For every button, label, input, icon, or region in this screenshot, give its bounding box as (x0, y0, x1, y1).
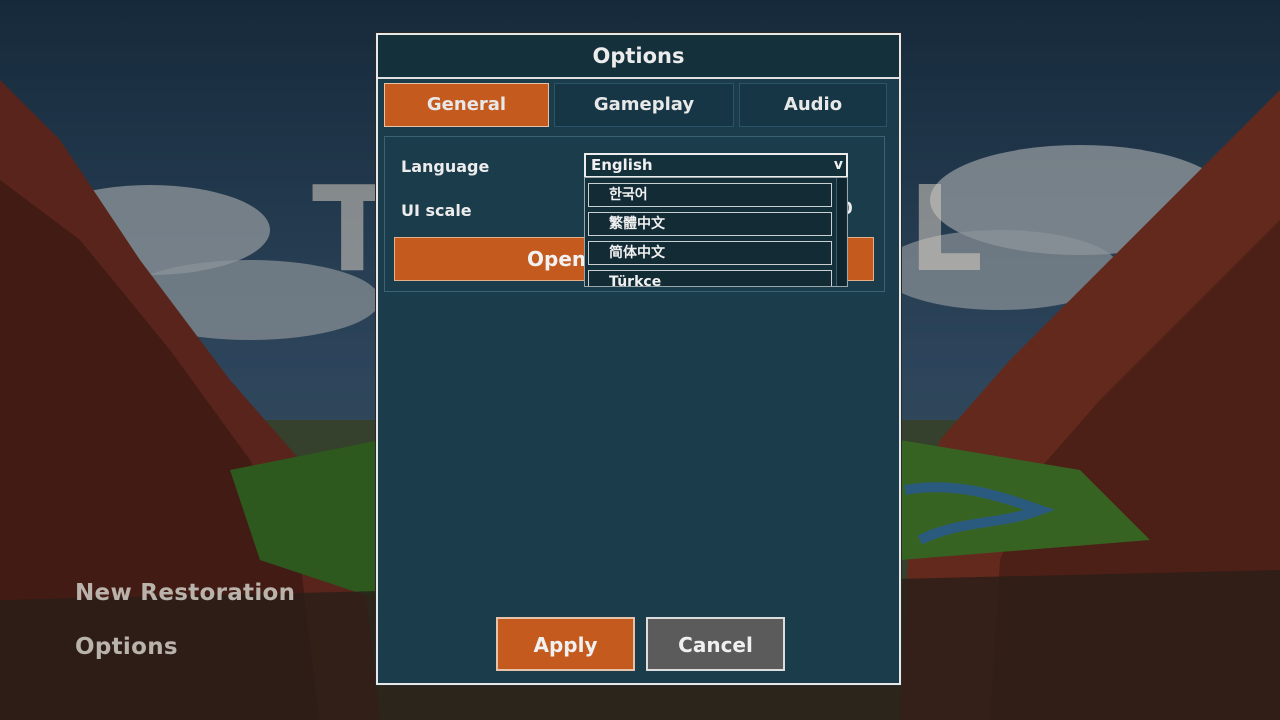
menu-new-restoration[interactable]: New Restoration (75, 580, 295, 606)
cancel-button[interactable]: Cancel (646, 617, 785, 671)
chevron-down-icon: v (833, 157, 843, 173)
tab-audio[interactable]: Audio (739, 83, 887, 127)
ui-scale-label: UI scale (401, 201, 472, 220)
dialog-title: Options (378, 35, 899, 79)
language-option-korean[interactable]: 한국어 (588, 183, 832, 207)
general-settings-panel: Language UI scale 00 Open English v 한국어 … (384, 136, 885, 292)
language-option-simplified-chinese[interactable]: 简体中文 (588, 241, 832, 265)
language-list-scrollbar[interactable] (836, 178, 846, 286)
tab-gameplay[interactable]: Gameplay (554, 83, 734, 127)
tab-general[interactable]: General (384, 83, 549, 127)
game-title-fragment-right: L (908, 160, 990, 298)
language-dropdown[interactable]: English v (584, 153, 848, 178)
menu-options[interactable]: Options (75, 634, 178, 660)
apply-button[interactable]: Apply (496, 617, 635, 671)
language-selected-value: English (591, 156, 653, 174)
language-label: Language (401, 157, 490, 176)
language-option-traditional-chinese[interactable]: 繁體中文 (588, 212, 832, 236)
language-options-list: 한국어 繁體中文 简体中文 Türkçe (584, 177, 848, 287)
language-option-turkish[interactable]: Türkçe (588, 270, 832, 286)
options-dialog: Options General Gameplay Audio Language … (376, 33, 901, 685)
